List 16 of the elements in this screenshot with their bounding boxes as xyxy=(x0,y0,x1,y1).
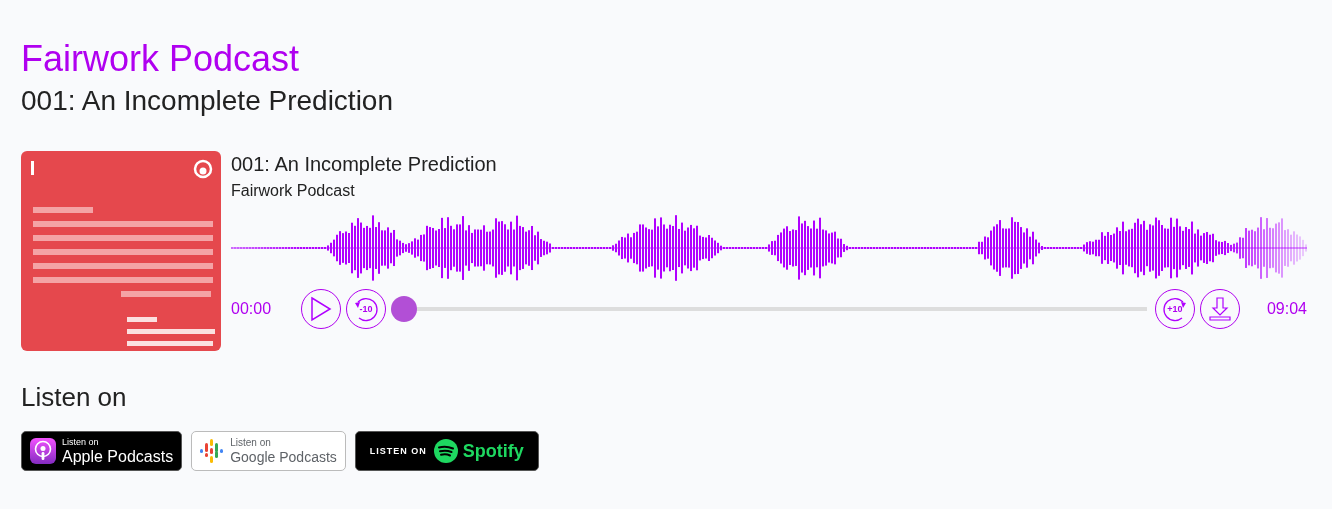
progress-thumb[interactable] xyxy=(391,296,417,322)
episode-heading: 001: An Incomplete Prediction xyxy=(21,84,394,118)
google-podcasts-badge[interactable]: Listen on Google Podcasts xyxy=(191,431,346,471)
spotify-icon xyxy=(433,439,458,463)
duration-time: 09:04 xyxy=(1266,300,1307,318)
apple-podcasts-badge[interactable]: Listen on Apple Podcasts xyxy=(21,431,183,471)
podcast-title: Fairwork Podcast xyxy=(21,37,301,81)
listen-heading: Listen on xyxy=(21,381,128,413)
spotify-badge[interactable]: LISTEN ON Spotify xyxy=(354,431,539,471)
podcast-name: Fairwork Podcast xyxy=(231,181,356,201)
elapsed-time: 00:00 xyxy=(231,300,273,318)
play-icon xyxy=(310,296,332,322)
podcast-dots-icon xyxy=(198,439,225,463)
podcast-icon xyxy=(30,438,56,464)
download-icon xyxy=(1207,296,1232,322)
episode-title: 001: An Incomplete Prediction xyxy=(231,152,498,177)
